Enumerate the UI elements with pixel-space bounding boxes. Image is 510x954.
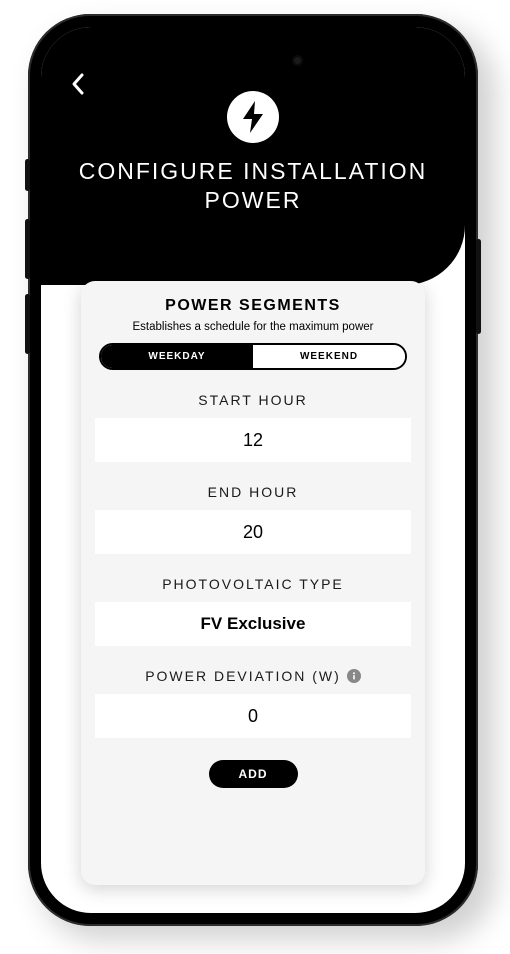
volume-down-button: [25, 294, 30, 354]
photovoltaic-type-select[interactable]: FV Exclusive: [95, 602, 411, 646]
power-deviation-label-text: POWER DEVIATION (W): [145, 668, 341, 684]
bolt-icon: [240, 101, 266, 133]
toggle-weekend[interactable]: WEEKEND: [253, 345, 405, 368]
screen: CONFIGURE INSTALLATION POWER POWER SEGME…: [41, 27, 465, 913]
phone-frame: CONFIGURE INSTALLATION POWER POWER SEGME…: [28, 14, 478, 926]
start-hour-label: START HOUR: [95, 392, 411, 408]
power-deviation-label: POWER DEVIATION (W): [95, 668, 411, 684]
chevron-left-icon: [70, 72, 86, 96]
info-icon-glyph: [350, 672, 358, 680]
dynamic-island: [189, 43, 317, 77]
end-hour-input[interactable]: 20: [95, 510, 411, 554]
start-hour-input[interactable]: 12: [95, 418, 411, 462]
card-subtitle: Establishes a schedule for the maximum p…: [95, 321, 411, 333]
back-button[interactable]: [63, 69, 93, 99]
photovoltaic-type-label: PHOTOVOLTAIC TYPE: [95, 576, 411, 592]
power-segments-card: POWER SEGMENTS Establishes a schedule fo…: [81, 281, 425, 885]
volume-switch: [25, 159, 30, 191]
power-deviation-input[interactable]: 0: [95, 694, 411, 738]
header-icon-circle: [227, 91, 279, 143]
end-hour-label: END HOUR: [95, 484, 411, 500]
day-type-toggle: WEEKDAY WEEKEND: [99, 343, 407, 370]
info-icon[interactable]: [347, 669, 361, 683]
page-title: CONFIGURE INSTALLATION POWER: [41, 157, 465, 215]
add-button[interactable]: ADD: [209, 760, 298, 788]
card-title: POWER SEGMENTS: [95, 297, 411, 315]
front-camera: [292, 55, 303, 66]
toggle-weekday[interactable]: WEEKDAY: [101, 345, 253, 368]
volume-up-button: [25, 219, 30, 279]
power-button: [476, 239, 481, 334]
